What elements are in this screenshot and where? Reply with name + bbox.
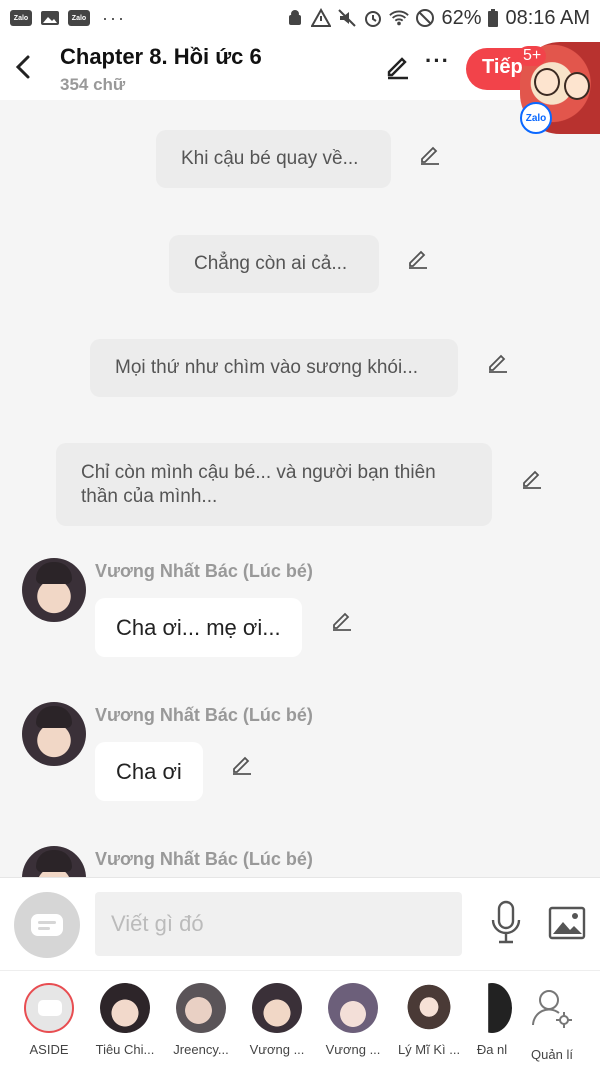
- character-avatar[interactable]: [22, 702, 86, 766]
- sticker-character-1: [534, 68, 560, 96]
- warning-icon: [311, 8, 332, 27]
- microphone-icon[interactable]: [488, 900, 524, 946]
- notification-badge: 5+: [518, 46, 547, 66]
- edit-message-icon[interactable]: [418, 142, 442, 166]
- status-bar: Zalo Zalo ··· 62% 08:16 AM: [0, 0, 600, 36]
- gallery-notification-icon: [41, 11, 59, 25]
- dialogue-bubble[interactable]: Cha ơi... mẹ ơi...: [95, 598, 302, 657]
- more-options-icon[interactable]: ···: [425, 48, 450, 74]
- character-label: Jreency...: [173, 1042, 229, 1057]
- character-name: Vương Nhất Bác (Lúc bé): [95, 705, 313, 725]
- header: Chapter 8. Hồi ức 6 354 chữ ··· Tiếp: [0, 36, 600, 100]
- message-icon: [38, 1000, 62, 1016]
- aside-avatar: [24, 983, 74, 1033]
- character-label: Vương ...: [249, 1042, 305, 1057]
- message-input[interactable]: [95, 892, 462, 956]
- character-item[interactable]: Lý Mĩ Kì ...: [393, 983, 465, 1057]
- image-icon[interactable]: [548, 906, 586, 940]
- character-avatar: [176, 983, 226, 1033]
- character-name: Vương Nhất Bác (Lúc bé): [95, 849, 313, 869]
- character-avatar: [404, 983, 454, 1033]
- edit-message-icon[interactable]: [230, 752, 254, 776]
- character-avatar: [100, 983, 150, 1033]
- zalo-bubble-icon[interactable]: Zalo: [520, 102, 552, 134]
- aside-message[interactable]: Mọi thứ như chìm vào sương khói...: [90, 339, 458, 397]
- character-aside[interactable]: ASIDE: [13, 983, 85, 1057]
- character-label: Tiêu Chi...: [95, 1042, 155, 1057]
- character-label: ASIDE: [29, 1042, 69, 1057]
- character-item[interactable]: Đa nl: [469, 983, 515, 1057]
- android-icon: [289, 10, 302, 25]
- dialogue-bubble[interactable]: Cha ơi: [95, 742, 203, 801]
- message-icon: [31, 914, 63, 936]
- edit-message-icon[interactable]: [406, 246, 430, 270]
- aside-message[interactable]: Chỉ còn mình cậu bé... và người bạn thiê…: [56, 443, 492, 526]
- character-item[interactable]: Vương ...: [241, 983, 313, 1057]
- character-label: Đa nl: [476, 1042, 508, 1057]
- character-label: Lý Mĩ Kì ...: [397, 1042, 461, 1057]
- sticker-character-2: [564, 72, 590, 100]
- input-bar: [0, 877, 600, 970]
- character-item[interactable]: Vương ...: [317, 983, 389, 1057]
- character-avatar: [328, 983, 378, 1033]
- edit-message-icon[interactable]: [486, 350, 510, 374]
- mute-icon: [338, 9, 357, 27]
- no-signal-icon: [416, 9, 435, 27]
- character-selector: ASIDE Tiêu Chi... Jreency... Vương ... V…: [0, 970, 600, 1067]
- back-arrow-icon[interactable]: [12, 52, 36, 82]
- edit-message-icon[interactable]: [520, 466, 544, 490]
- character-label: Quản lí: [531, 1047, 573, 1062]
- aside-message[interactable]: Chẳng còn ai cả...: [169, 235, 379, 293]
- character-label: Vương ...: [325, 1042, 381, 1057]
- zalo-notification-icon-2: Zalo: [68, 10, 90, 26]
- aside-message[interactable]: Khi cậu bé quay về...: [156, 130, 391, 188]
- character-avatar[interactable]: [22, 558, 86, 622]
- battery-percent: 62%: [441, 6, 482, 29]
- character-item[interactable]: Jreency...: [165, 983, 237, 1057]
- wifi-icon: [389, 10, 410, 26]
- dialogue-mode-button[interactable]: [14, 892, 80, 958]
- manage-characters[interactable]: Quản lí: [516, 983, 588, 1062]
- edit-message-icon[interactable]: [330, 608, 354, 632]
- word-count: 354 chữ: [60, 75, 126, 94]
- character-name: Vương Nhất Bác (Lúc bé): [95, 561, 313, 581]
- character-avatar: [252, 983, 302, 1033]
- alarm-icon: [365, 11, 382, 27]
- more-notifications-icon: ···: [102, 8, 126, 28]
- character-avatar: [472, 983, 512, 1033]
- character-item[interactable]: Tiêu Chi...: [89, 983, 161, 1057]
- manage-users-icon: [532, 990, 572, 1028]
- zalo-notification-icon: Zalo: [10, 10, 32, 26]
- clock: 08:16 AM: [505, 6, 590, 29]
- battery-icon: [488, 9, 499, 27]
- edit-chapter-icon[interactable]: [384, 52, 412, 80]
- chapter-title: Chapter 8. Hồi ức 6: [60, 44, 262, 69]
